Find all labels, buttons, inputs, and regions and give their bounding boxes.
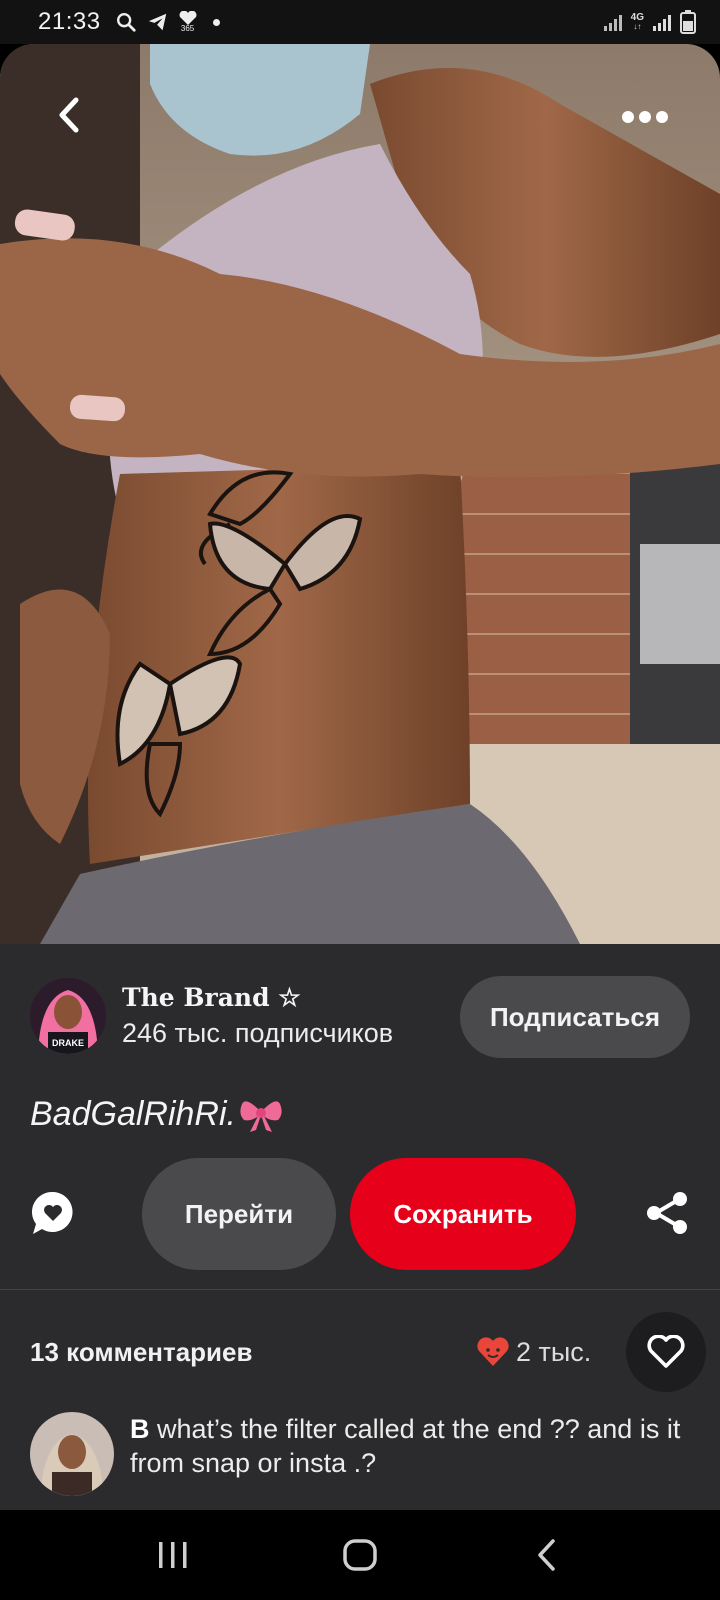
signal-2-icon xyxy=(653,15,671,31)
author-info[interactable]: The Brand ☆ 246 тыс. подписчиков xyxy=(122,983,393,1049)
system-nav-bar xyxy=(0,1510,720,1600)
nav-back-button[interactable] xyxy=(517,1530,577,1580)
back-icon xyxy=(537,1539,555,1571)
bow-icon xyxy=(240,1101,282,1132)
status-notification-icons: 365 xyxy=(115,11,220,33)
comment-bubble-icon[interactable] xyxy=(30,1190,76,1236)
action-bar: Перейти Сохранить xyxy=(0,1158,720,1270)
status-time: 21:33 xyxy=(38,8,101,35)
comments-header: 13 комментариев 2 тыс. xyxy=(30,1312,706,1392)
comments-count[interactable]: 13 комментариев xyxy=(30,1337,253,1368)
dot-icon xyxy=(212,18,220,26)
author-row: DRAKE The Brand ☆ 246 тыс. подписчиков П… xyxy=(30,976,690,1058)
status-system-icons: 4G ↓↑ xyxy=(603,10,696,34)
health-365-label: 365 xyxy=(180,24,195,33)
like-button[interactable] xyxy=(626,1312,706,1392)
reactions-count: 2 тыс. xyxy=(516,1336,592,1367)
comment-item: B what’s the filter called at the end ??… xyxy=(30,1412,690,1498)
save-button[interactable]: Сохранить xyxy=(350,1158,576,1270)
search-icon xyxy=(116,13,136,32)
comment-author[interactable]: B xyxy=(130,1414,150,1444)
battery-icon xyxy=(680,10,696,34)
heart-face-emoji xyxy=(477,1337,509,1366)
chevron-left-icon xyxy=(59,97,79,133)
home-icon xyxy=(343,1539,377,1571)
share-icon[interactable] xyxy=(644,1190,690,1236)
author-subscribers: 246 тыс. подписчиков xyxy=(122,1018,394,1048)
pin-details-panel: DRAKE The Brand ☆ 246 тыс. подписчиков П… xyxy=(0,944,720,1510)
pin-media[interactable] xyxy=(0,44,720,944)
commenter-avatar[interactable] xyxy=(30,1412,114,1496)
author-name[interactable]: The Brand ☆ xyxy=(122,983,393,1012)
health-365-icon: 365 xyxy=(179,11,197,33)
divider xyxy=(0,1289,720,1290)
status-bar: 21:33 365 4G ↓↑ xyxy=(0,0,720,44)
more-options-button[interactable] xyxy=(610,92,680,142)
back-button[interactable] xyxy=(40,86,98,144)
avatar-shirt-text: DRAKE xyxy=(52,1038,84,1048)
signal-icon xyxy=(603,15,622,31)
author-avatar[interactable]: DRAKE xyxy=(30,978,106,1054)
follow-button[interactable]: Подписаться xyxy=(460,976,690,1058)
pin-title-text: BadGalRihRi. xyxy=(30,1094,236,1133)
reactions[interactable]: 2 тыс. xyxy=(476,1312,591,1392)
home-button[interactable] xyxy=(330,1530,390,1580)
telegram-icon xyxy=(148,13,166,31)
pin-title: BadGalRihRi. xyxy=(30,1094,284,1134)
recents-icon xyxy=(159,1542,187,1568)
recents-button[interactable] xyxy=(143,1530,203,1580)
more-dots-icon xyxy=(622,111,668,123)
pin-image xyxy=(0,44,720,944)
comment-text: B what’s the filter called at the end ??… xyxy=(130,1412,690,1498)
comment-content: what’s the filter called at the end ?? a… xyxy=(130,1414,681,1478)
4g-signal-icon: 4G ↓↑ xyxy=(630,12,644,31)
heart-outline-icon xyxy=(647,1335,685,1368)
visit-button[interactable]: Перейти xyxy=(142,1158,336,1270)
